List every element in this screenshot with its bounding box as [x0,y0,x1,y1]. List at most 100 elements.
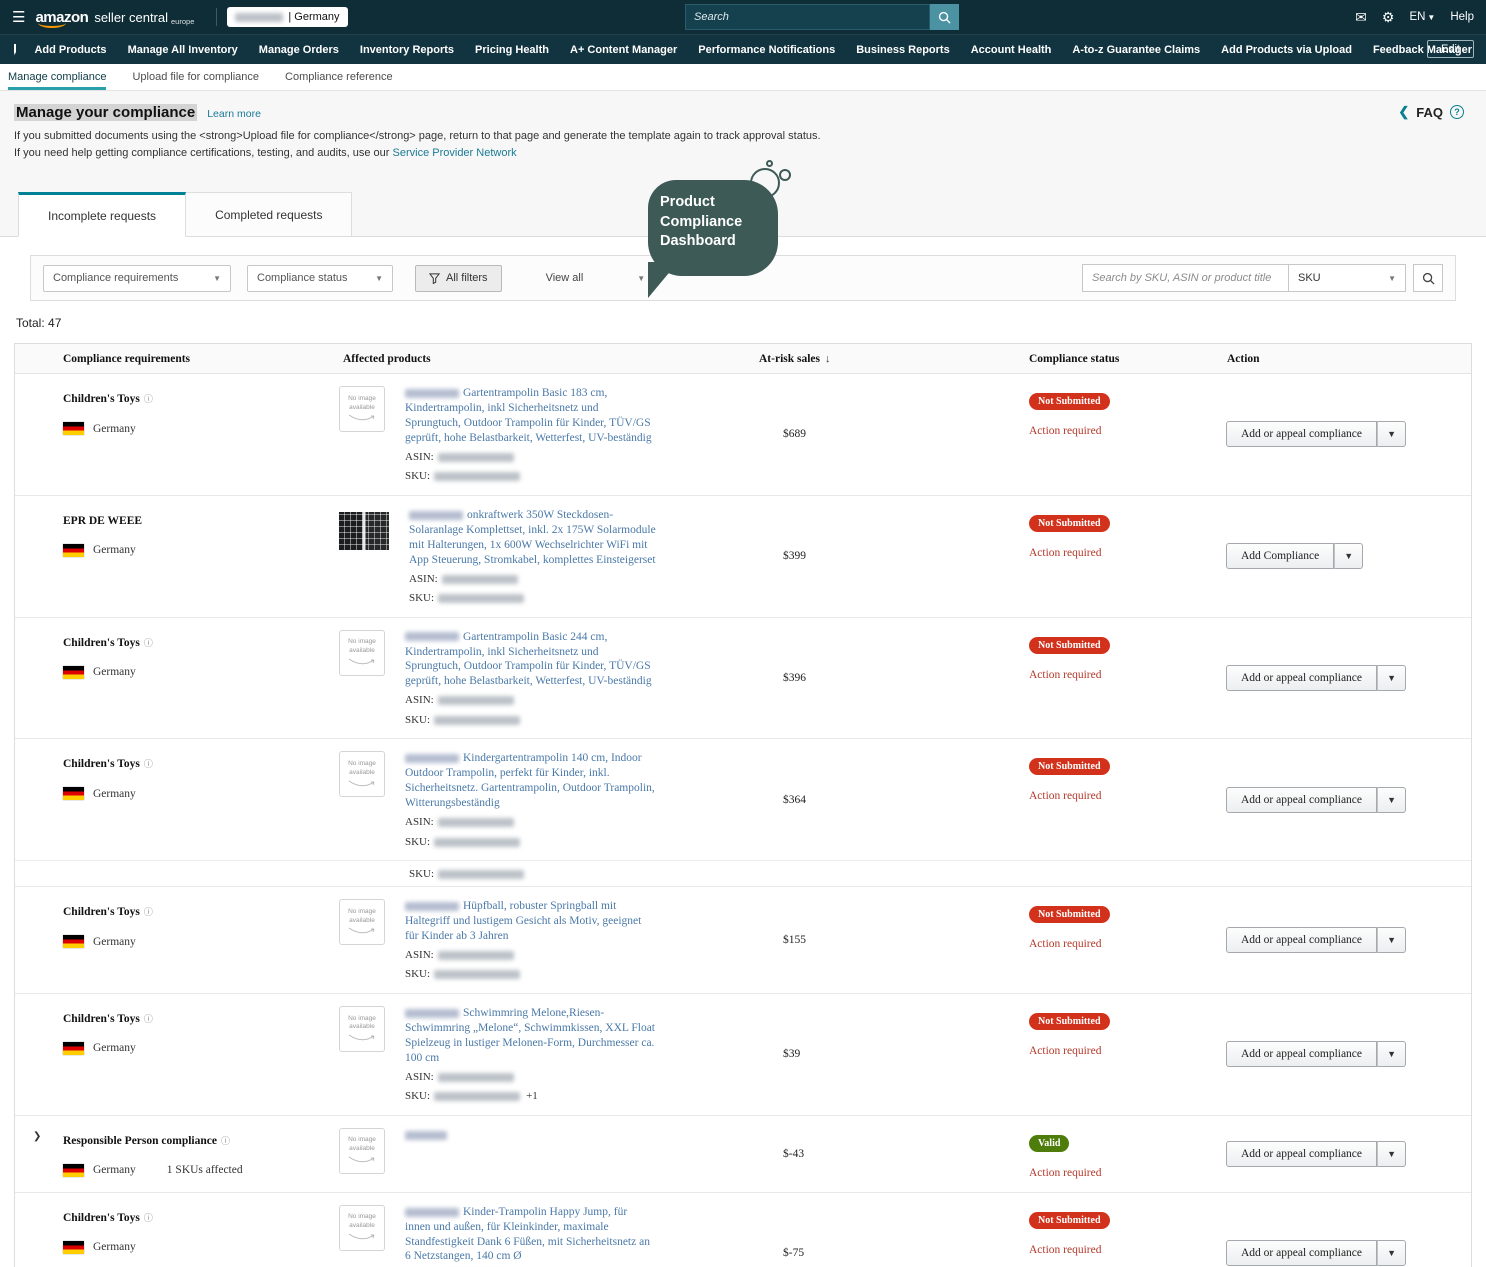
chevron-down-icon: ▼ [1427,13,1435,22]
redacted-brand [405,1009,459,1018]
info-icon[interactable]: ⓘ [144,1213,153,1223]
info-icon[interactable]: ⓘ [144,759,153,769]
bookmark-icon[interactable] [14,44,16,56]
status-badge: Not Submitted [1029,637,1110,654]
action-button[interactable]: Add or appeal compliance [1226,1141,1377,1167]
nav-item-manage-all-inventory[interactable]: Manage All Inventory [128,44,238,56]
info-icon[interactable]: ⓘ [221,1136,230,1146]
product-title-link[interactable]: Kinder-Trampolin Happy Jump, für innen u… [405,1205,655,1265]
redacted-asin [438,1073,514,1082]
action-dropdown-button[interactable]: ▼ [1377,665,1406,691]
service-provider-network-link[interactable]: Service Provider Network [393,147,517,159]
status-badge: Not Submitted [1029,393,1110,410]
redacted-sku [438,870,524,879]
action-button[interactable]: Add or appeal compliance [1226,665,1377,691]
faq-help-icon[interactable]: ? [1450,105,1464,119]
germany-flag-icon [63,544,84,557]
action-dropdown-button[interactable]: ▼ [1377,787,1406,813]
action-button[interactable]: Add or appeal compliance [1226,927,1377,953]
expand-row-icon[interactable]: ❯ [33,1131,41,1142]
global-search-input[interactable] [685,4,930,30]
tab-completed-requests[interactable]: Completed requests [186,192,352,237]
action-dropdown-button[interactable]: ▼ [1377,1240,1406,1266]
compliance-status-dropdown[interactable]: Compliance status▼ [247,265,393,292]
amazon-smile-icon [348,1034,376,1043]
nav-item-add-products[interactable]: Add Products [34,44,106,56]
view-all-dropdown[interactable]: View all▼ [546,272,646,284]
product-title-link[interactable]: Gartentrampolin Basic 244 cm, Kindertram… [405,630,655,690]
action-button[interactable]: Add Compliance [1226,543,1334,569]
status-badge: Not Submitted [1029,1212,1110,1229]
action-button[interactable]: Add or appeal compliance [1226,1240,1377,1266]
sort-descending-icon[interactable]: ↓ [825,353,831,365]
at-risk-sales-value: $364 [743,739,1011,860]
action-dropdown-button[interactable]: ▼ [1377,927,1406,953]
tab-incomplete-requests[interactable]: Incomplete requests [18,192,186,237]
faq-label[interactable]: FAQ [1416,105,1443,120]
action-button[interactable]: Add or appeal compliance [1226,421,1377,447]
nav-item-performance-notifications[interactable]: Performance Notifications [698,44,835,56]
nav-item-a-to-z-guarantee-claims[interactable]: A-to-z Guarantee Claims [1072,44,1200,56]
gear-icon[interactable]: ⚙ [1382,9,1395,26]
product-title-link[interactable]: Hüpfball, robuster Springball mit Halteg… [405,899,655,944]
nav-item-manage-orders[interactable]: Manage Orders [259,44,339,56]
chevron-left-icon[interactable]: ❮ [1398,104,1409,120]
info-icon[interactable]: ⓘ [144,394,153,404]
requirement-label: Children's Toys [63,1013,140,1025]
nav-item-add-products-via-upload[interactable]: Add Products via Upload [1221,44,1352,56]
nav-item-account-health[interactable]: Account Health [971,44,1052,56]
sku-label: SKU: [405,836,430,848]
action-button-group: Add or appeal compliance▼ [1226,787,1406,813]
nav-item-pricing-health[interactable]: Pricing Health [475,44,549,56]
hamburger-menu-icon[interactable]: ☰ [12,8,25,26]
column-header-at-risk-sales[interactable]: At-risk sales↓ [743,353,1011,365]
intro-line-1: If you submitted documents using the <st… [14,128,1470,145]
table-search-input[interactable] [1083,272,1288,284]
sku-label: SKU: [405,714,430,726]
nav-item-a-content-manager[interactable]: A+ Content Manager [570,44,677,56]
subnav-item-compliance-reference[interactable]: Compliance reference [285,64,393,90]
product-asin: ASIN: [405,449,655,466]
action-button[interactable]: Add or appeal compliance [1226,1041,1377,1067]
edit-nav-button[interactable]: Edit [1427,40,1474,58]
germany-flag-icon [63,1042,84,1055]
action-dropdown-button[interactable]: ▼ [1377,421,1406,447]
redacted-asin [438,818,514,827]
language-selector[interactable]: EN▼ [1409,11,1435,23]
status-badge: Not Submitted [1029,906,1110,923]
faq-group: ❮ FAQ ? [1398,104,1464,120]
product-image-solar-panels[interactable] [339,512,389,550]
page-title: Manage your compliance [14,104,197,121]
subnav-item-manage-compliance[interactable]: Manage compliance [8,64,106,90]
account-selector[interactable]: | Germany [227,7,347,27]
action-button[interactable]: Add or appeal compliance [1226,787,1377,813]
column-header-status: Compliance status [1011,353,1211,365]
action-dropdown-button[interactable]: ▼ [1377,1041,1406,1067]
nav-item-business-reports[interactable]: Business Reports [856,44,950,56]
global-search-button[interactable] [930,4,959,30]
product-title-link[interactable]: onkraftwerk 350W Steckdosen-Solaranlage … [409,508,659,568]
action-dropdown-button[interactable]: ▼ [1377,1141,1406,1167]
action-button-group: Add or appeal compliance▼ [1226,665,1406,691]
messages-icon[interactable]: ✉ [1355,9,1367,26]
compliance-requirements-dropdown[interactable]: Compliance requirements▼ [43,265,231,292]
product-title-link[interactable]: Schwimmring Melone,Riesen-Schwimmring „M… [405,1006,655,1066]
nav-item-inventory-reports[interactable]: Inventory Reports [360,44,454,56]
redacted-asin [438,696,514,705]
all-filters-button[interactable]: All filters [415,265,502,292]
country-label: Germany [93,1241,136,1253]
sku-more-count[interactable]: +1 [526,1090,538,1102]
table-search-button[interactable] [1413,264,1443,292]
subnav-item-upload-file-for-compliance[interactable]: Upload file for compliance [132,64,259,90]
help-link[interactable]: Help [1450,11,1474,23]
action-dropdown-button[interactable]: ▼ [1334,543,1363,569]
search-type-dropdown[interactable]: SKU▼ [1289,272,1405,284]
requirement-label: Responsible Person compliance [63,1135,217,1147]
product-title-link[interactable] [405,1128,451,1143]
product-title-link[interactable]: Gartentrampolin Basic 183 cm, Kindertram… [405,386,655,446]
info-icon[interactable]: ⓘ [144,638,153,648]
info-icon[interactable]: ⓘ [144,907,153,917]
info-icon[interactable]: ⓘ [144,1014,153,1024]
product-title-link[interactable]: Kindergartentrampolin 140 cm, Indoor Out… [405,751,655,811]
learn-more-link[interactable]: Learn more [207,108,261,120]
